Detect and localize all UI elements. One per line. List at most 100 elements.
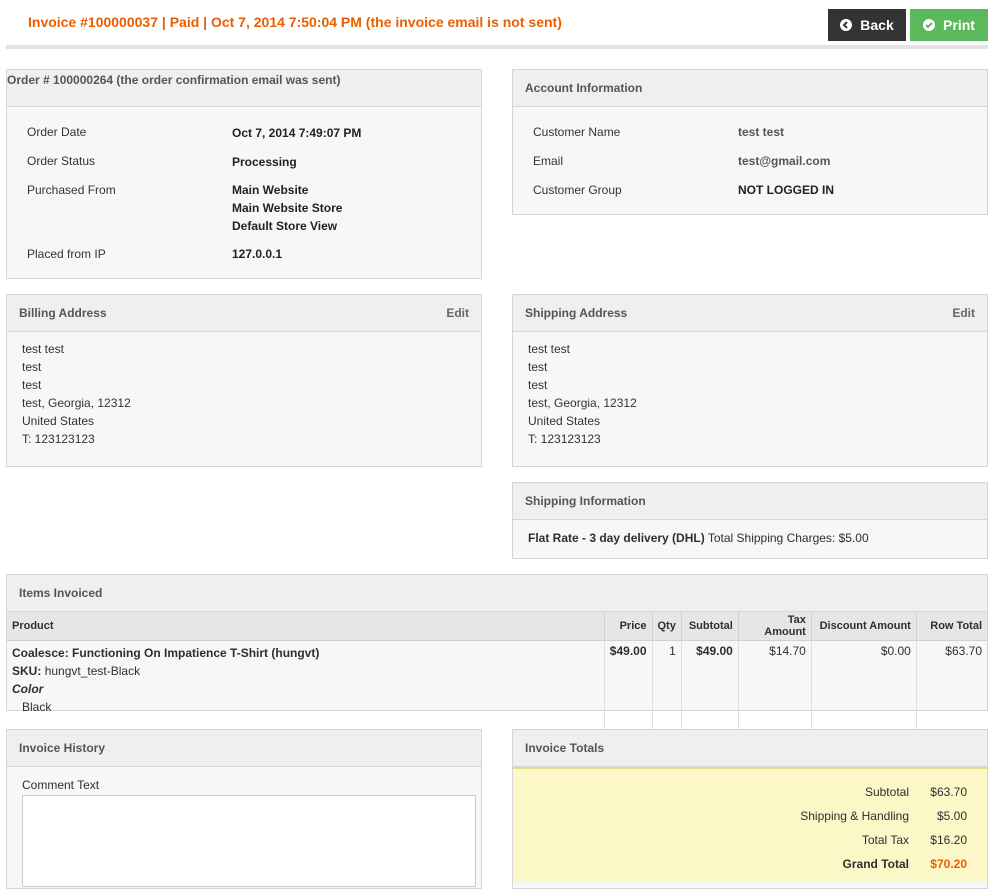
subtotal-cell: $49.00 [681,640,739,734]
shipping-line: test test [528,342,571,356]
col-row-total: Row Total [916,612,987,641]
shipping-address-header: Shipping Address Edit [513,295,987,332]
customer-name-label: Customer Name [533,125,621,139]
col-discount-amount: Discount Amount [811,612,917,641]
purchased-from-store: Main Website Store [232,201,343,215]
billing-edit-link[interactable]: Edit [446,306,469,320]
shipping-method: Flat Rate - 3 day delivery (DHL) [528,531,705,545]
shipping-info-header: Shipping Information [513,483,987,520]
product-option-label: Color [12,682,44,696]
comment-text-label: Comment Text [22,778,100,792]
billing-line: United States [22,414,95,428]
col-subtotal: Subtotal [681,612,739,641]
order-date-value: Oct 7, 2014 7:49:07 PM [232,126,362,140]
order-date-label: Order Date [27,125,87,139]
grand-total-value: $70.20 [930,857,967,871]
invoice-totals-panel: Invoice Totals Subtotal $63.70 Shipping … [512,729,988,889]
tax-cell: $14.70 [738,640,812,734]
col-product: Product [7,612,605,641]
invoice-totals-header: Invoice Totals [513,730,987,767]
shipping-address-title: Shipping Address [525,306,628,320]
col-price: Price [604,612,653,641]
grand-total-row: Grand Total $70.20 [709,857,967,871]
discount-cell: $0.00 [811,640,917,734]
billing-line: T: 123123123 [22,432,95,446]
row-total-cell: $63.70 [945,644,982,658]
shipping-info-body: Flat Rate - 3 day delivery (DHL) Total S… [513,520,987,556]
back-button-label: Back [860,17,894,33]
order-info-panel: Order # 100000264 (the order confirmatio… [6,69,482,279]
order-info-title: Order # 100000264 (the order confirmatio… [7,73,341,87]
product-name: Coalesce: Functioning On Impatience T-Sh… [12,646,320,660]
customer-group-value: NOT LOGGED IN [738,183,834,197]
col-tax-amount: Tax Amount [738,612,812,641]
page-title: Invoice #100000037 | Paid | Oct 7, 2014 … [28,14,562,30]
product-option-value: Black [22,700,52,714]
billing-address-block: test test test test test, Georgia, 12312… [7,332,481,456]
shipping-line: test, Georgia, 12312 [528,396,637,410]
shipping-address-panel: Shipping Address Edit test test test tes… [512,294,988,467]
items-invoiced-header: Items Invoiced [7,575,987,612]
title-divider [6,45,988,49]
placed-ip-value: 127.0.0.1 [232,247,283,261]
print-button[interactable]: Print [910,9,988,41]
shipping-info-panel: Shipping Information Flat Rate - 3 day d… [512,482,988,559]
back-button[interactable]: Back [828,9,906,41]
subtotal-label: Subtotal [864,785,909,799]
purchased-from-label: Purchased From [27,183,116,197]
billing-address-title: Billing Address [19,306,107,320]
shipping-line: T: 123123123 [528,432,601,446]
billing-address-panel: Billing Address Edit test test test test… [6,294,482,467]
shipping-edit-link[interactable]: Edit [952,306,975,320]
customer-group-label: Customer Group [533,183,622,197]
shipping-charges: Total Shipping Charges: $5.00 [707,531,869,545]
account-info-header: Account Information [513,70,987,107]
shipping-line: test [528,360,548,374]
product-sku: SKU: hungvt_test-Black [12,662,599,680]
email-link[interactable]: test@gmail.com [738,152,830,170]
print-button-label: Print [943,17,975,33]
order-status-label: Order Status [27,154,96,168]
table-row: Coalesce: Functioning On Impatience T-Sh… [7,640,987,734]
product-cell: Coalesce: Functioning On Impatience T-Sh… [7,640,605,734]
shipping-value: $5.00 [936,809,967,823]
order-info-header: Order # 100000264 (the order confirmatio… [7,70,481,107]
tax-row: Total Tax $16.20 [709,833,967,847]
items-invoiced-panel: Items Invoiced Product Price Qty Subtota… [6,574,988,734]
billing-line: test [22,378,42,392]
invoice-history-title: Invoice History [19,741,106,755]
subtotal-row: Subtotal $63.70 [709,785,967,799]
account-info-title: Account Information [525,81,643,95]
customer-name-value: test test [738,125,785,139]
arrow-left-icon [840,19,853,31]
invoice-totals-title: Invoice Totals [525,741,605,755]
items-table-header-row: Product Price Qty Subtotal Tax Amount Di… [7,612,987,641]
shipping-line: United States [528,414,601,428]
billing-address-header: Billing Address Edit [7,295,481,332]
shipping-info-title: Shipping Information [525,494,646,508]
qty-cell: 1 [652,640,682,734]
email-label: Email [533,154,564,168]
items-invoiced-title: Items Invoiced [19,586,103,600]
placed-ip-label: Placed from IP [27,247,106,261]
billing-line: test, Georgia, 12312 [22,396,131,410]
check-circle-icon [923,19,936,31]
order-status-value: Processing [232,155,297,169]
tax-label: Total Tax [861,833,909,847]
items-table: Product Price Qty Subtotal Tax Amount Di… [7,612,987,734]
invoice-history-header: Invoice History [7,730,481,767]
shipping-label: Shipping & Handling [800,809,909,823]
shipping-line: test [528,378,548,392]
price-cell: $49.00 [604,640,653,734]
account-info-panel: Account Information Customer Name test t… [512,69,988,215]
tax-value: $16.20 [930,833,967,847]
purchased-from-store-view: Default Store View [232,219,338,233]
shipping-row: Shipping & Handling $5.00 [709,809,967,823]
shipping-address-block: test test test test test, Georgia, 12312… [513,332,987,456]
purchased-from-website: Main Website [232,183,309,197]
sku-value: hungvt_test-Black [44,664,141,678]
grand-total-label: Grand Total [842,857,909,871]
comment-textarea[interactable] [22,795,476,887]
sku-label: SKU: [12,664,42,678]
subtotal-value: $63.70 [930,785,967,799]
